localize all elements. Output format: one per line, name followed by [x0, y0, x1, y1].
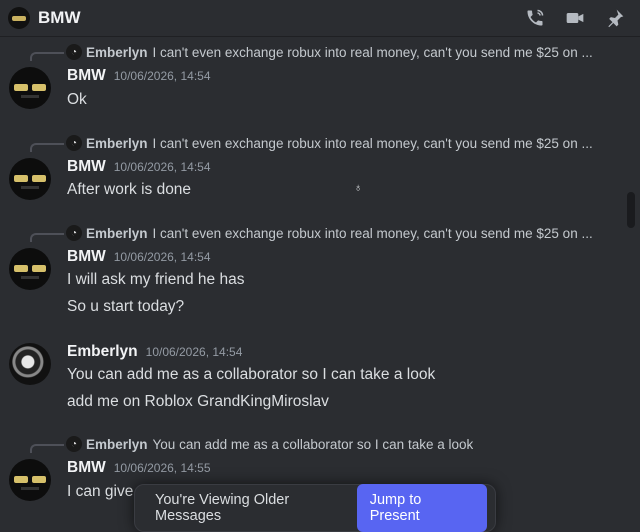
avatar[interactable]: [9, 158, 51, 200]
reply-spine: [30, 444, 64, 453]
reply-text: You can add me as a collaborator so I ca…: [152, 436, 474, 452]
author-name[interactable]: BMW: [67, 67, 106, 84]
older-messages-text: You're Viewing Older Messages: [155, 492, 290, 524]
avatar[interactable]: [9, 67, 51, 109]
reply-preview[interactable]: ◔ Emberlyn You can add me as a collabora…: [30, 435, 600, 453]
reply-avatar-icon: ◔: [66, 44, 82, 60]
message-author[interactable]: BMW 10/06/2026, 14:54: [67, 158, 211, 176]
message-timestamp: 10/06/2026, 14:54: [113, 250, 211, 264]
message-timestamp: 10/06/2026, 14:54: [113, 160, 211, 174]
message-text: I will ask my friend he has: [67, 271, 245, 288]
reply-spine: [30, 52, 64, 61]
cursor-icon: ♁: [354, 182, 363, 194]
reply-spine: [30, 143, 64, 152]
reply-author[interactable]: Emberlyn: [86, 437, 148, 452]
message-timestamp: 10/06/2026, 14:55: [113, 461, 211, 475]
author-name[interactable]: Emberlyn: [67, 343, 138, 360]
avatar[interactable]: [9, 459, 51, 501]
scrollbar-thumb[interactable]: [627, 192, 635, 228]
reply-author[interactable]: Emberlyn: [86, 226, 148, 241]
message-author[interactable]: Emberlyn 10/06/2026, 14:54: [67, 343, 242, 361]
author-name[interactable]: BMW: [67, 158, 106, 175]
reply-preview[interactable]: ◔ Emberlyn I can't even exchange robux i…: [30, 43, 600, 61]
avatar[interactable]: [9, 343, 51, 385]
video-icon[interactable]: [564, 7, 586, 29]
message-text: I can give: [67, 483, 134, 500]
channel-header: BMW: [0, 0, 640, 37]
phone-icon[interactable]: [524, 7, 546, 29]
reply-avatar-icon: ◔: [66, 135, 82, 151]
pin-icon[interactable]: [604, 7, 626, 29]
message-author[interactable]: BMW 10/06/2026, 14:54: [67, 67, 211, 85]
message-author[interactable]: BMW 10/06/2026, 14:55: [67, 459, 211, 477]
message-text: So u start today?: [67, 298, 185, 315]
message-text: Ok: [67, 91, 87, 108]
reply-preview[interactable]: ◔ Emberlyn I can't even exchange robux i…: [30, 134, 600, 152]
reply-text: I can't even exchange robux into real mo…: [152, 135, 593, 151]
message-author[interactable]: BMW 10/06/2026, 14:54: [67, 248, 211, 266]
reply-author[interactable]: Emberlyn: [86, 45, 148, 60]
message-timestamp: 10/06/2026, 14:54: [145, 345, 243, 359]
dm-avatar[interactable]: [8, 7, 30, 29]
reply-spine: [30, 233, 64, 242]
reply-text: I can't even exchange robux into real mo…: [152, 225, 593, 241]
message-text: After work is done: [67, 181, 192, 198]
reply-text: I can't even exchange robux into real mo…: [152, 44, 593, 60]
reply-avatar-icon: ◔: [66, 225, 82, 241]
reply-preview[interactable]: ◔ Emberlyn I can't even exchange robux i…: [30, 224, 600, 242]
older-messages-bar: You're Viewing Older Messages Jump to Pr…: [134, 484, 496, 532]
reply-avatar-icon: ◔: [66, 436, 82, 452]
avatar[interactable]: [9, 248, 51, 290]
message-text: You can add me as a collaborator so I ca…: [67, 366, 436, 383]
author-name[interactable]: BMW: [67, 248, 106, 265]
message-text: add me on Roblox GrandKingMiroslav: [67, 393, 329, 410]
jump-to-present-button[interactable]: Jump to Present: [356, 484, 487, 532]
author-name[interactable]: BMW: [67, 459, 106, 476]
reply-author[interactable]: Emberlyn: [86, 136, 148, 151]
message-timestamp: 10/06/2026, 14:54: [113, 69, 211, 83]
channel-title: BMW: [38, 8, 81, 27]
